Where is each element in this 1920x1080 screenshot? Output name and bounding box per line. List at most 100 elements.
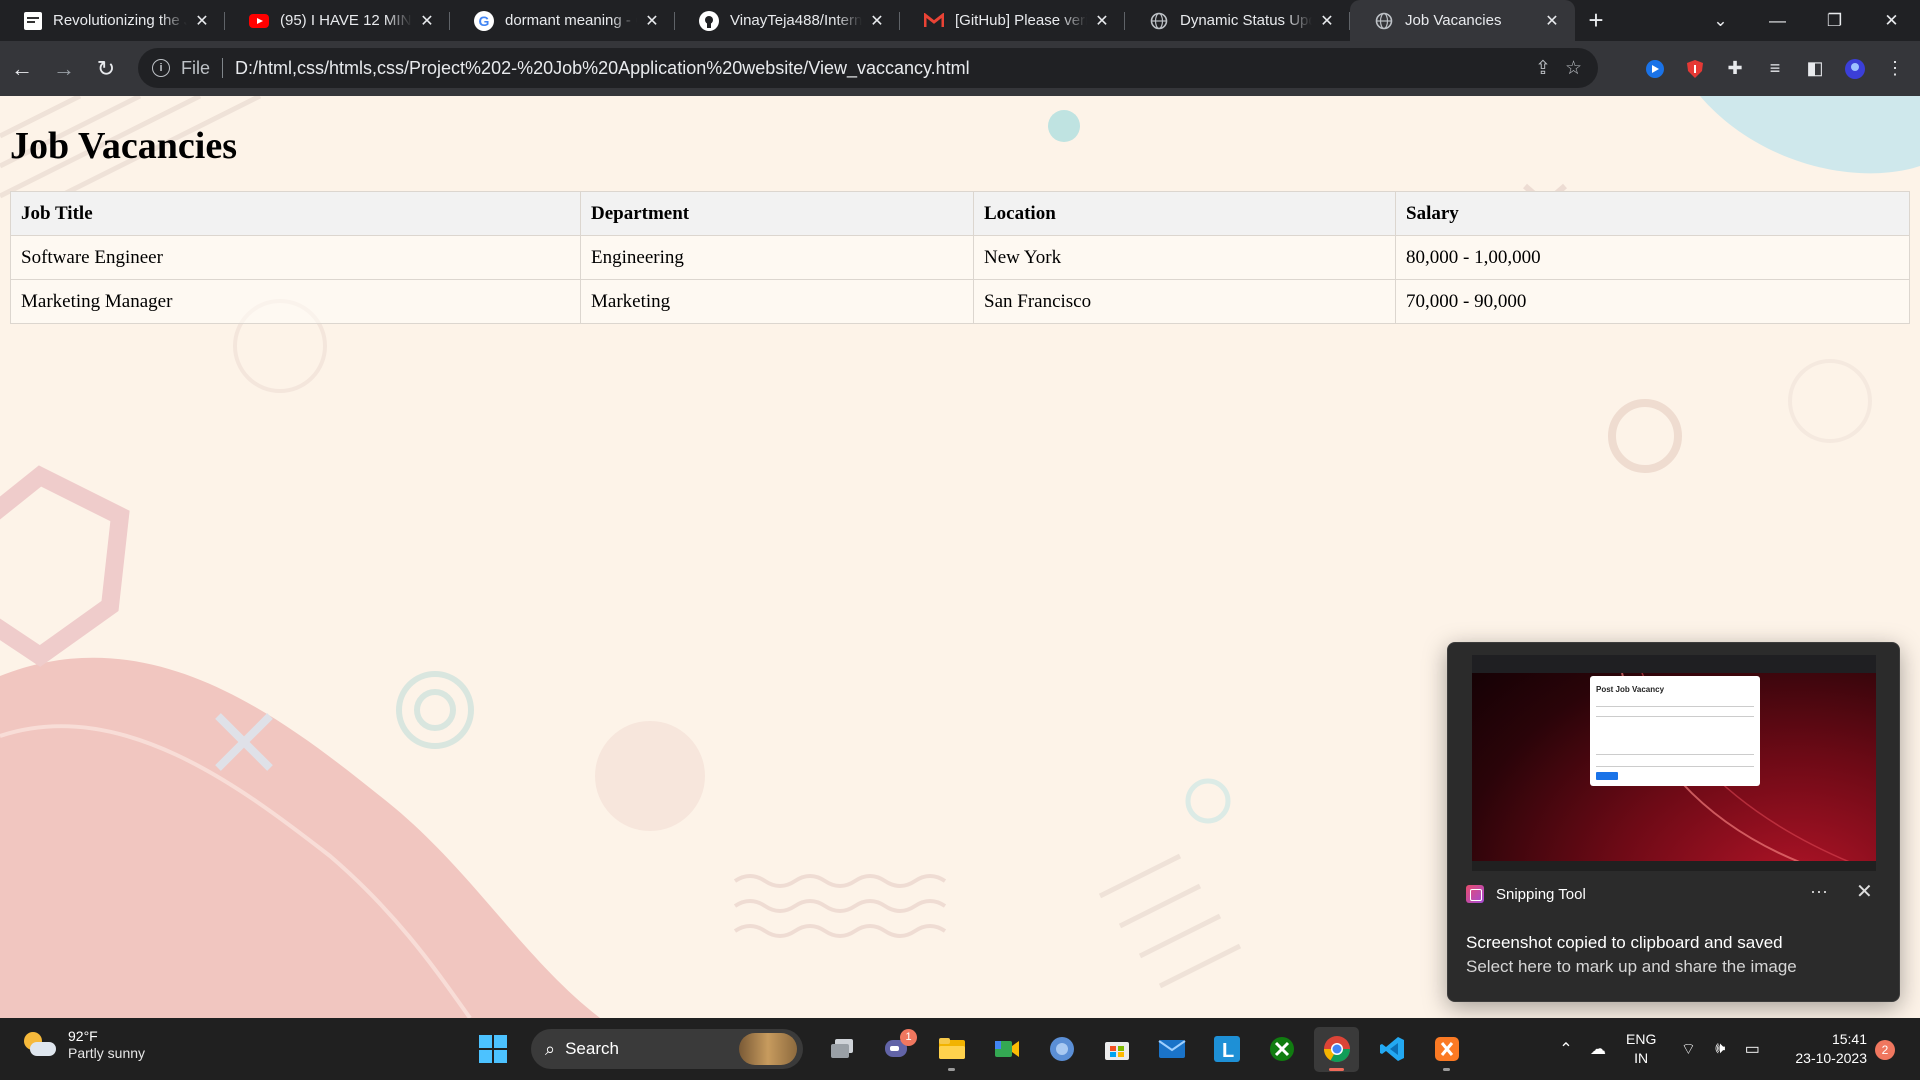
globe-app-icon[interactable] xyxy=(1039,1027,1084,1072)
weather-widget[interactable]: 92°F Partly sunny xyxy=(22,1028,145,1062)
thumbnail-field xyxy=(1596,766,1754,767)
file-explorer-icon[interactable] xyxy=(929,1027,974,1072)
close-icon[interactable]: ✕ xyxy=(418,11,436,31)
teams-chat-icon[interactable]: 1 xyxy=(874,1027,919,1072)
kebab-menu-icon[interactable]: ⋮ xyxy=(1880,54,1910,84)
mail-icon[interactable] xyxy=(1149,1027,1194,1072)
more-options-icon[interactable]: ··· xyxy=(1810,881,1828,902)
battery-icon[interactable]: ▭ xyxy=(1736,1039,1768,1059)
close-icon[interactable]: ✕ xyxy=(1093,11,1111,31)
extension-blue-icon[interactable] xyxy=(1640,54,1670,84)
volume-icon[interactable]: 🕪 xyxy=(1704,1040,1736,1058)
tab-search-icon[interactable]: ⌄ xyxy=(1692,11,1749,31)
snipping-tool-notification[interactable]: Post Job Vacancy Snipping Tool ··· ✕ Scr… xyxy=(1447,642,1900,1002)
meet-icon[interactable] xyxy=(984,1027,1029,1072)
chrome-icon[interactable] xyxy=(1314,1026,1359,1072)
thumbnail-field xyxy=(1596,706,1754,707)
table-header-row: Job Title Department Location Salary xyxy=(10,191,1910,236)
chevron-up-icon[interactable]: ⌃ xyxy=(1550,1039,1582,1059)
xampp-icon[interactable] xyxy=(1424,1027,1469,1072)
tab-job-vacancies[interactable]: Job Vacancies ✕ xyxy=(1350,0,1575,41)
tab-revolutionizing[interactable]: Revolutionizing the J ✕ xyxy=(0,0,225,41)
search-placeholder: Search xyxy=(565,1039,619,1058)
tab-title: [GitHub] Please verify xyxy=(955,12,1087,29)
start-button[interactable] xyxy=(470,1027,515,1072)
wifi-icon[interactable]: ⌔ xyxy=(1672,1039,1704,1059)
cell-job-title: Marketing Manager xyxy=(10,279,581,324)
info-icon[interactable]: i xyxy=(152,59,170,77)
close-icon[interactable]: ✕ xyxy=(1543,11,1561,31)
tab-title: Job Vacancies xyxy=(1405,12,1502,29)
reload-icon[interactable]: ↻ xyxy=(86,49,126,89)
tab-title: VinayTeja488/Interne xyxy=(730,12,862,29)
profile-avatar[interactable] xyxy=(1840,54,1870,84)
media-queue-icon[interactable]: ≡ xyxy=(1760,54,1790,84)
close-icon[interactable]: ✕ xyxy=(868,11,886,31)
toast-app-name: Snipping Tool xyxy=(1496,885,1586,903)
forward-icon[interactable]: → xyxy=(44,49,84,89)
weather-condition: Partly sunny xyxy=(68,1045,146,1061)
l-app-icon[interactable]: L xyxy=(1204,1027,1249,1072)
taskbar-search[interactable]: ⌕ Search xyxy=(531,1029,803,1069)
side-panel-icon[interactable]: ◧ xyxy=(1800,54,1830,84)
table-row: Marketing Manager Marketing San Francisc… xyxy=(10,279,1910,324)
divider xyxy=(222,58,224,78)
microsoft-store-icon[interactable] xyxy=(1094,1027,1139,1072)
close-icon[interactable]: ✕ xyxy=(193,11,211,31)
toast-sub-message: Select here to mark up and share the ima… xyxy=(1466,957,1797,976)
language-primary: ENG xyxy=(1626,1031,1657,1047)
column-header-department: Department xyxy=(580,191,974,236)
window-controls: ⌄ — ❐ ✕ xyxy=(1692,0,1920,41)
cell-location: New York xyxy=(973,235,1396,280)
toast-message: Screenshot copied to clipboard and saved xyxy=(1466,933,1783,952)
close-icon[interactable]: ✕ xyxy=(1856,879,1873,904)
github-icon xyxy=(699,10,719,31)
cell-salary: 80,000 - 1,00,000 xyxy=(1395,235,1910,280)
new-tab-button[interactable]: + xyxy=(1575,0,1617,41)
windows-taskbar: 92°F Partly sunny ⌕ Search 1 L ⌃ ☁ ENG I… xyxy=(0,1018,1920,1080)
language-indicator[interactable]: ENG IN xyxy=(1626,1030,1656,1068)
notification-badge[interactable]: 2 xyxy=(1875,1040,1895,1060)
tab-title: Revolutionizing the J xyxy=(53,12,187,29)
chat-badge: 1 xyxy=(900,1028,917,1046)
thumbnail-field xyxy=(1596,716,1754,717)
taskbar-clock[interactable]: 15:41 23-10-2023 xyxy=(1775,1030,1867,1068)
site-thumbnail-icon xyxy=(24,11,42,30)
xbox-icon[interactable] xyxy=(1259,1027,1304,1072)
tab-dynamic-status[interactable]: Dynamic Status Upda ✕ xyxy=(1125,0,1350,41)
table-row: Software Engineer Engineering New York 8… xyxy=(10,235,1910,280)
extension-red-shield-icon[interactable] xyxy=(1680,54,1710,84)
close-window-icon[interactable]: ✕ xyxy=(1863,11,1920,31)
onedrive-icon[interactable]: ☁ xyxy=(1582,1039,1614,1059)
tab-title: (95) I HAVE 12 MINU xyxy=(280,12,412,29)
search-highlight-image xyxy=(739,1033,797,1065)
gmail-icon xyxy=(924,11,944,31)
restore-icon[interactable]: ❐ xyxy=(1806,11,1863,31)
windows-logo-icon xyxy=(478,1035,507,1063)
page-content: Job Vacancies Job Title Department Locat… xyxy=(10,96,1910,324)
screenshot-thumbnail[interactable]: Post Job Vacancy xyxy=(1472,655,1876,871)
youtube-icon xyxy=(249,11,269,31)
close-icon[interactable]: ✕ xyxy=(643,11,661,31)
tab-youtube[interactable]: (95) I HAVE 12 MINU ✕ xyxy=(225,0,450,41)
tab-gmail[interactable]: [GitHub] Please verify ✕ xyxy=(900,0,1125,41)
address-bar[interactable]: i File D:/html,css/htmls,css/Project%202… xyxy=(138,48,1598,88)
task-view-icon[interactable] xyxy=(819,1027,864,1072)
thumbnail-browser-bar xyxy=(1472,655,1876,673)
share-icon[interactable]: ⇪ xyxy=(1535,57,1551,80)
puzzle-extensions-icon[interactable]: ✚ xyxy=(1720,54,1750,84)
tab-github[interactable]: VinayTeja488/Interne ✕ xyxy=(675,0,900,41)
close-icon[interactable]: ✕ xyxy=(1318,11,1336,31)
url-text[interactable]: D:/html,css/htmls,css/Project%202-%20Job… xyxy=(235,58,970,79)
cell-department: Marketing xyxy=(580,279,974,324)
bookmark-star-icon[interactable]: ☆ xyxy=(1565,57,1582,80)
search-icon: ⌕ xyxy=(545,1038,556,1059)
minimize-icon[interactable]: — xyxy=(1749,11,1806,31)
thumbnail-submit-button xyxy=(1596,772,1618,780)
back-icon[interactable]: ← xyxy=(2,49,42,89)
tab-google-search[interactable]: G dormant meaning - C ✕ xyxy=(450,0,675,41)
cell-job-title: Software Engineer xyxy=(10,235,581,280)
vscode-icon[interactable] xyxy=(1369,1027,1414,1072)
svg-text:L: L xyxy=(1222,1040,1234,1062)
taskbar-apps: ⌕ Search 1 L xyxy=(470,1025,1469,1073)
